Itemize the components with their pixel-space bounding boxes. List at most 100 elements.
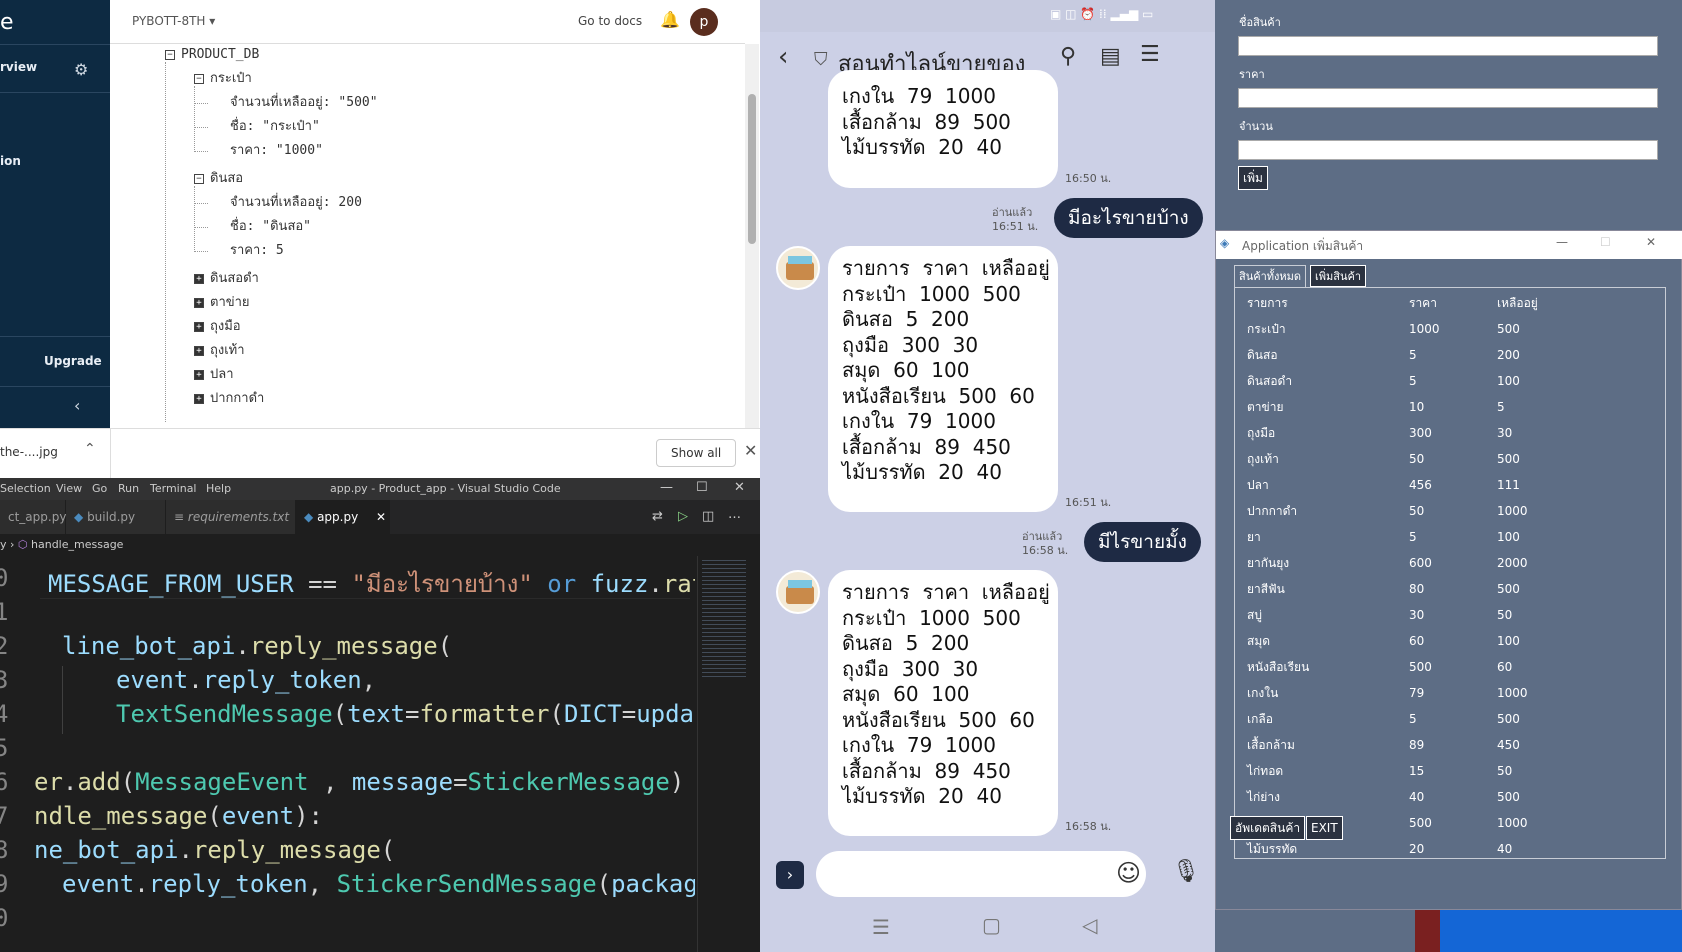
go-to-docs-link[interactable]: Go to docs	[578, 14, 642, 28]
expand-icon[interactable]: +	[194, 393, 204, 404]
notification-bell-icon[interactable]: 🔔	[660, 10, 680, 29]
tree-root[interactable]: − PRODUCT_DB	[165, 44, 259, 66]
minimize-icon[interactable]: —	[1556, 235, 1568, 249]
collapse-icon[interactable]: −	[194, 173, 204, 184]
split-editor-icon[interactable]: ◫	[702, 509, 714, 524]
table-row[interactable]: ตาข่าย 10 5	[1235, 394, 1667, 420]
expand-icon[interactable]: ›	[776, 861, 804, 889]
more-actions-icon[interactable]: …	[728, 507, 741, 522]
maximize-icon[interactable]: ☐	[1600, 235, 1611, 249]
table-row[interactable]: เกลือ 5 500	[1235, 706, 1667, 732]
close-icon[interactable]: ✕	[1646, 235, 1656, 249]
table-row[interactable]: เกงใน 79 1000	[1235, 680, 1667, 706]
table-row[interactable]: กระเป๋า 1000 500	[1235, 316, 1667, 342]
gear-icon[interactable]: ⚙	[74, 60, 88, 79]
tab-build[interactable]: ◆ build.py	[66, 500, 166, 534]
tree-node-collapsed[interactable]: + ตาข่าย	[194, 292, 250, 314]
menu-go[interactable]: Go	[92, 482, 107, 495]
tree-leaf[interactable]: จำนวนที่เหลืออยู่: 200	[230, 192, 362, 214]
expand-icon[interactable]: +	[194, 297, 204, 308]
table-row[interactable]: ยาสีฟัน 80 500	[1235, 576, 1667, 602]
back-icon[interactable]: ‹	[778, 42, 788, 72]
collapse-icon[interactable]: −	[165, 49, 175, 60]
minimap[interactable]	[697, 556, 757, 952]
close-tab-icon[interactable]: ✕	[376, 510, 386, 524]
menu-icon[interactable]: ☰	[1140, 42, 1160, 67]
table-row[interactable]: เสื้อกล้าม 89 450	[1235, 732, 1667, 758]
search-icon[interactable]: ⚲	[1060, 44, 1076, 69]
emoji-icon[interactable]: ☺	[1116, 859, 1141, 887]
maximize-icon[interactable]: ☐	[696, 480, 708, 495]
menu-run[interactable]: Run	[118, 482, 139, 495]
compare-icon[interactable]: ⇄	[652, 509, 663, 524]
recent-apps-icon[interactable]: ☰	[872, 915, 890, 939]
tree-scrollbar[interactable]	[745, 44, 759, 428]
tree-leaf[interactable]: ชื่อ: "กระเป๋า"	[230, 116, 320, 138]
tree-node[interactable]: − กระเป๋า	[194, 68, 252, 90]
outgoing-message[interactable]: มีอะไรขายบ้าง	[1054, 198, 1203, 238]
expand-icon[interactable]: +	[194, 369, 204, 380]
tree-leaf[interactable]: ชื่อ: "ดินสอ"	[230, 216, 311, 238]
close-icon[interactable]: ✕	[734, 480, 745, 495]
table-row[interactable]: ไก่ทอด 15 50	[1235, 758, 1667, 784]
tab-add-product[interactable]: เพิ่มสินค้า	[1310, 265, 1367, 287]
download-file[interactable]: the-....jpg	[0, 445, 58, 459]
bot-avatar[interactable]	[776, 570, 820, 614]
table-row[interactable]: ถุงมือ 300 30	[1235, 420, 1667, 446]
table-row[interactable]: ไก่ย่าง 40 500	[1235, 784, 1667, 810]
tab-ct-app[interactable]: ct_app.py	[0, 500, 66, 534]
close-icon[interactable]: ✕	[744, 441, 757, 460]
name-input[interactable]	[1238, 36, 1658, 56]
table-row[interactable]: ยากันยุง 600 2000	[1235, 550, 1667, 576]
table-row[interactable]: สบู่ 30 50	[1235, 602, 1667, 628]
run-icon[interactable]: ▷	[678, 509, 688, 524]
show-all-button[interactable]: Show all	[656, 439, 737, 467]
tab-all-products[interactable]: สินค้าทั้งหมด	[1234, 265, 1307, 287]
tab-requirements[interactable]: ≡ requirements.txt	[166, 500, 296, 534]
breadcrumb-function[interactable]: handle_message	[31, 538, 123, 551]
notes-icon[interactable]: ▤	[1100, 44, 1121, 69]
tree-node-collapsed[interactable]: + ถุงมือ	[194, 316, 241, 338]
table-row[interactable]: ดินสอ 5 200	[1235, 342, 1667, 368]
chevron-up-icon[interactable]: ⌃	[84, 441, 96, 457]
minimize-icon[interactable]: —	[660, 480, 673, 495]
add-button[interactable]: เพิ่ม	[1238, 166, 1268, 190]
code-editor[interactable]: 0 1 2 3 4 5 6 7 8 9 0 MESSAGE_FROM_USER …	[0, 556, 695, 952]
tree-leaf[interactable]: ราคา: 5	[230, 240, 284, 262]
table-row[interactable]: ดินสอดำ 5 100	[1235, 368, 1667, 394]
tree-leaf[interactable]: ราคา: "1000"	[230, 140, 323, 162]
table-row[interactable]: ยา 5 100	[1235, 524, 1667, 550]
sidebar-section[interactable]: ion	[0, 154, 21, 168]
sidebar-overview[interactable]: rview	[0, 60, 37, 74]
home-icon[interactable]: ▢	[982, 913, 1001, 937]
incoming-message[interactable]: เกงใน 79 1000 เสื้อกล้าม 89 500 ไม้บรรทั…	[828, 70, 1058, 188]
menu-view[interactable]: View	[56, 482, 82, 495]
tree-leaf[interactable]: จำนวนที่เหลืออยู่: "500"	[230, 92, 378, 114]
back-nav-icon[interactable]: ◁	[1082, 913, 1097, 937]
expand-icon[interactable]: +	[194, 321, 204, 332]
incoming-message[interactable]: รายการ ราคา เหลืออยู่ กระเป๋า 1000 500 ด…	[828, 246, 1058, 512]
tree-node-collapsed[interactable]: + ถุงเท้า	[194, 340, 245, 362]
expand-icon[interactable]: +	[194, 345, 204, 356]
scrollbar-thumb[interactable]	[748, 94, 756, 244]
exit-button[interactable]: EXIT	[1306, 816, 1343, 840]
table-row[interactable]: สมุด 60 100	[1235, 628, 1667, 654]
tree-node-collapsed[interactable]: + ปลา	[194, 364, 234, 386]
collapse-chevron-icon[interactable]: ‹	[74, 396, 80, 415]
microphone-icon[interactable]: 🎙	[1172, 859, 1200, 884]
outgoing-message[interactable]: มีไรขายมั้ง	[1084, 522, 1201, 562]
update-button[interactable]: อัพเดตสินค้า	[1230, 816, 1306, 840]
project-selector[interactable]: PYBOTT-8TH ▾	[132, 14, 215, 28]
expand-icon[interactable]: +	[194, 273, 204, 284]
tree-node-collapsed[interactable]: + ดินสอดำ	[194, 268, 259, 290]
menu-help[interactable]: Help	[206, 482, 231, 495]
incoming-message[interactable]: รายการ ราคา เหลืออยู่ กระเป๋า 1000 500 ด…	[828, 570, 1058, 836]
table-row[interactable]: ปลา 456 111	[1235, 472, 1667, 498]
menu-terminal[interactable]: Terminal	[150, 482, 197, 495]
table-row[interactable]: ปากกาดำ 50 1000	[1235, 498, 1667, 524]
tree-node-collapsed[interactable]: + ปากกาดำ	[194, 388, 264, 410]
menu-selection[interactable]: Selection	[0, 482, 51, 495]
table-row[interactable]: ถุงเท้า 50 500	[1235, 446, 1667, 472]
upgrade-button[interactable]: Upgrade	[44, 354, 102, 368]
tree-node[interactable]: − ดินสอ	[194, 168, 243, 190]
